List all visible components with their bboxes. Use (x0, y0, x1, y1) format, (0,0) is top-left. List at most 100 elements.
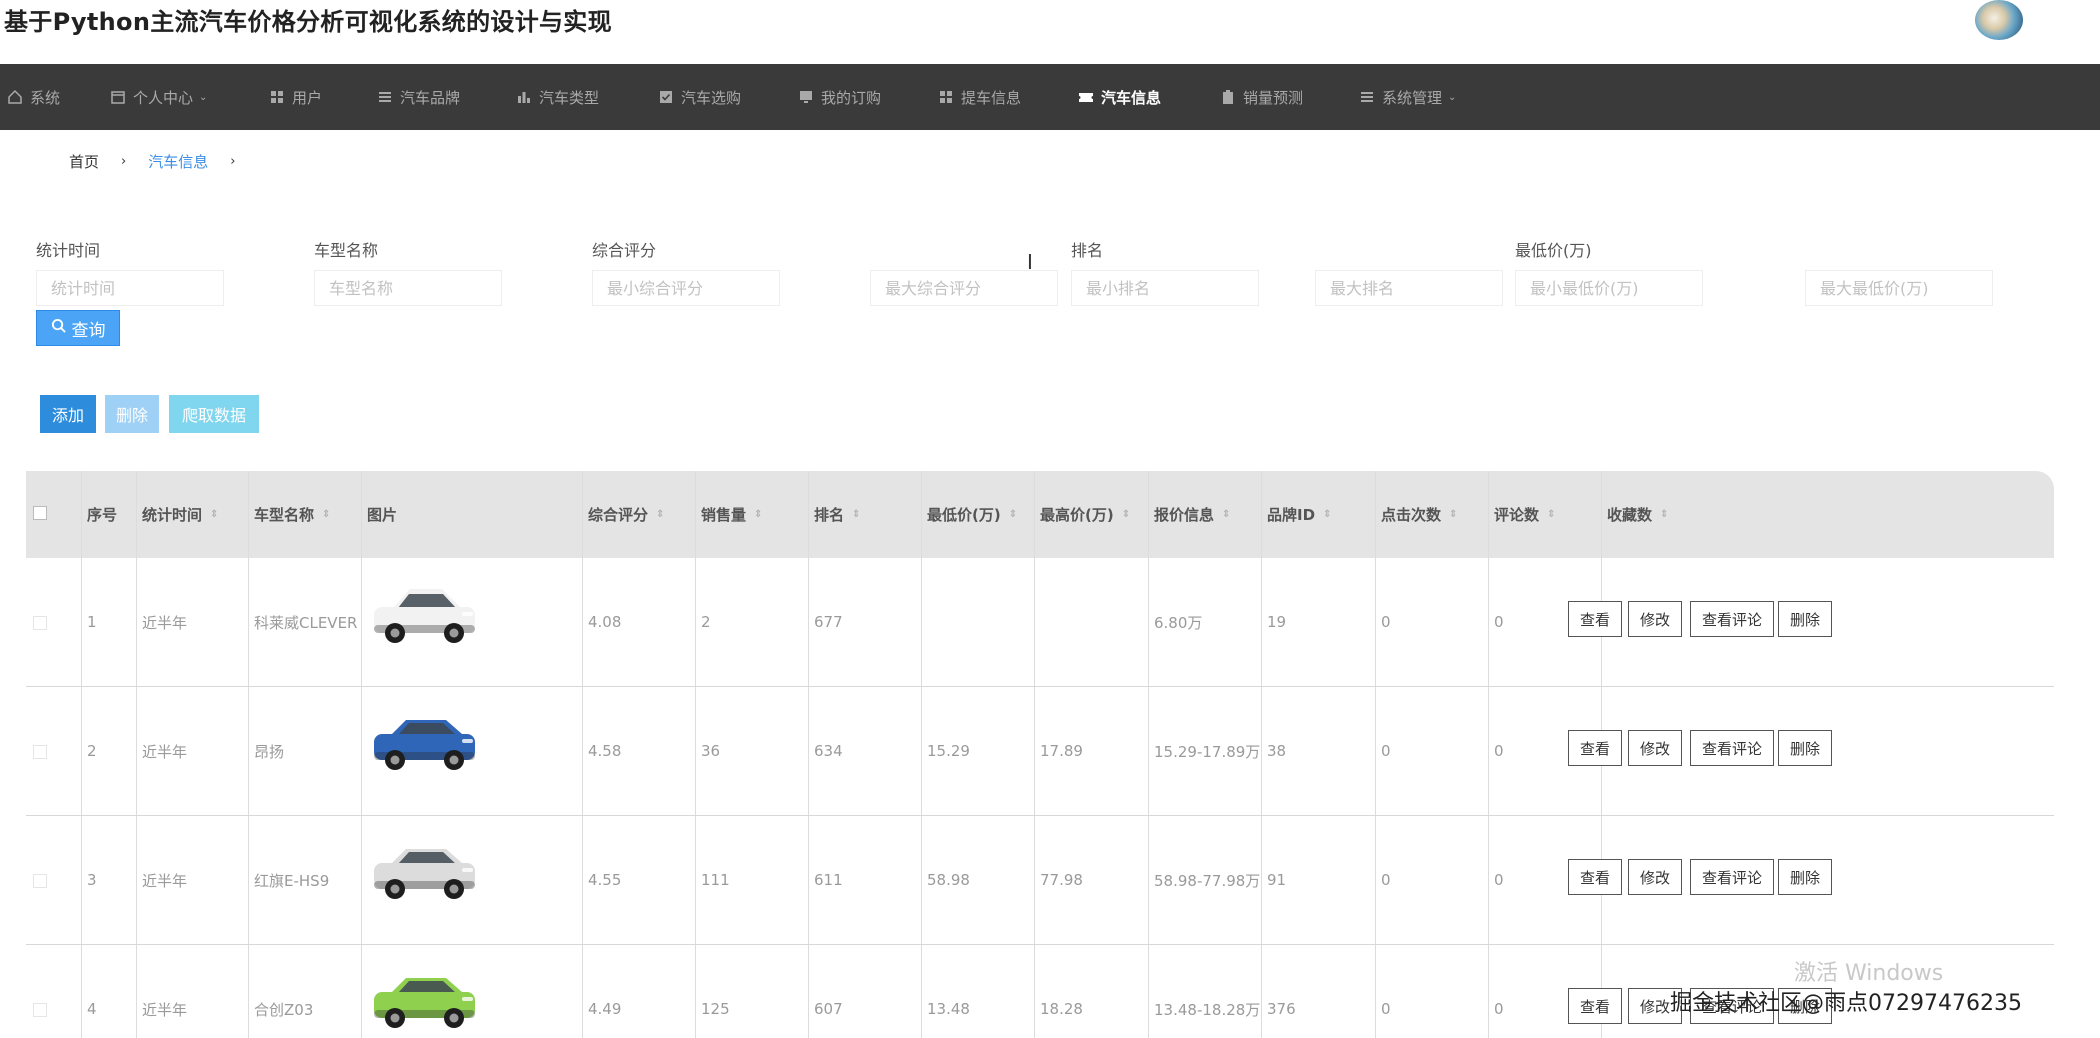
checkbox-icon (657, 88, 675, 106)
sort-icon[interactable]: ⇕ (1323, 509, 1331, 520)
filter-min-rank-input[interactable] (1071, 270, 1259, 306)
nav-item-0[interactable]: 系统 (6, 64, 60, 130)
sort-icon[interactable]: ⇕ (1449, 509, 1457, 520)
sort-icon[interactable]: ⇕ (1222, 509, 1230, 520)
filter-max-price-input[interactable] (1805, 270, 1993, 306)
nav-item-8[interactable]: 汽车信息 (1077, 64, 1161, 130)
menu-icon (376, 88, 394, 106)
filter-min-price-input[interactable] (1515, 270, 1703, 306)
menu-icon (1358, 88, 1376, 106)
nav-item-3[interactable]: 汽车品牌 (376, 64, 460, 130)
column-header[interactable]: 最高价(万) ⇕ (1040, 471, 1130, 558)
filter-time-input[interactable] (36, 270, 224, 306)
edit-button[interactable]: 修改 (1628, 730, 1682, 766)
sort-icon[interactable]: ⇕ (1547, 509, 1555, 520)
column-header[interactable]: 车型名称 ⇕ (254, 471, 330, 558)
nav-item-label: 销量预测 (1243, 88, 1304, 107)
column-header-label: 报价信息 (1154, 506, 1215, 524)
view-button[interactable]: 查看 (1568, 601, 1622, 637)
sort-icon[interactable]: ⇕ (754, 509, 762, 520)
row-checkbox[interactable] (33, 745, 47, 759)
view-button[interactable]: 查看 (1568, 730, 1622, 766)
column-header[interactable]: 评论数 ⇕ (1494, 471, 1555, 558)
cell-max-price: 18.28 (1040, 1000, 1083, 1018)
nav-item-4[interactable]: 汽车类型 (515, 64, 599, 130)
sort-icon[interactable]: ⇕ (852, 509, 860, 520)
column-header[interactable]: 统计时间 ⇕ (142, 471, 218, 558)
nav-item-5[interactable]: 汽车选购 (657, 64, 741, 130)
filter-max-score-input[interactable] (870, 270, 1058, 306)
nav-item-label: 系统管理 (1382, 88, 1443, 107)
cell-max-price: 17.89 (1040, 742, 1083, 760)
view-button[interactable]: 查看 (1568, 988, 1622, 1024)
column-header[interactable]: 排名 ⇕ (814, 471, 860, 558)
column-header[interactable]: 收藏数 ⇕ (1607, 471, 1668, 558)
sort-icon[interactable]: ⇕ (656, 509, 664, 520)
nav-item-label: 我的订购 (821, 88, 882, 107)
filter-model-name-input[interactable] (314, 270, 502, 306)
nav-item-7[interactable]: 提车信息 (937, 64, 1021, 130)
row-checkbox[interactable] (33, 616, 47, 630)
edit-button[interactable]: 修改 (1628, 601, 1682, 637)
nav-item-10[interactable]: 系统管理 ⌄ (1358, 64, 1456, 130)
delete-row-button[interactable]: 删除 (1778, 859, 1832, 895)
nav-item-label: 个人中心 (133, 88, 194, 107)
column-header[interactable]: 综合评分 ⇕ (588, 471, 664, 558)
nav-item-label: 系统 (30, 88, 61, 107)
nav-item-label: 提车信息 (961, 88, 1022, 107)
column-header[interactable]: 点击次数 ⇕ (1381, 471, 1457, 558)
sort-icon[interactable]: ⇕ (1009, 509, 1017, 520)
home-icon (6, 88, 24, 106)
nav-item-2[interactable]: 用户 (268, 64, 322, 130)
column-header[interactable]: 品牌ID ⇕ (1267, 471, 1331, 558)
nav-item-label: 汽车品牌 (400, 88, 461, 107)
nav-item-6[interactable]: 我的订购 (797, 64, 881, 130)
delete-row-button[interactable]: 删除 (1778, 730, 1832, 766)
breadcrumb-home[interactable]: 首页 (69, 151, 99, 172)
cell-name: 合创Z03 (254, 1000, 314, 1019)
cell-no: 4 (87, 1000, 97, 1018)
cell-min-price: 58.98 (927, 871, 970, 889)
filter-max-rank-input[interactable] (1315, 270, 1503, 306)
delete-button[interactable]: 删除 (105, 395, 159, 433)
search-icon (51, 318, 66, 338)
crawl-data-button[interactable]: 爬取数据 (169, 395, 259, 433)
edit-button[interactable]: 修改 (1628, 859, 1682, 895)
select-all-checkbox[interactable] (33, 506, 47, 520)
filter-min-score-input[interactable] (592, 270, 780, 306)
avatar[interactable] (1975, 0, 2023, 40)
cell-comments: 0 (1494, 1000, 1504, 1018)
sort-icon[interactable]: ⇕ (1122, 509, 1130, 520)
cell-clicks: 0 (1381, 1000, 1391, 1018)
sort-icon[interactable]: ⇕ (322, 509, 330, 520)
column-header[interactable]: 销售量 ⇕ (701, 471, 762, 558)
view-comments-button[interactable]: 查看评论 (1690, 730, 1774, 766)
cell-time: 近半年 (142, 871, 188, 890)
column-header-label: 品牌ID (1267, 506, 1316, 524)
column-header-label: 收藏数 (1607, 506, 1653, 524)
filter-label-time: 统计时间 (36, 241, 101, 260)
add-button[interactable]: 添加 (40, 395, 96, 433)
column-header[interactable]: 报价信息 ⇕ (1154, 471, 1230, 558)
cell-comments: 0 (1494, 871, 1504, 889)
delete-row-button[interactable]: 删除 (1778, 601, 1832, 637)
nav-item-label: 汽车信息 (1101, 88, 1162, 107)
car-info-table: 序号 统计时间 ⇕ 车型名称 ⇕ 图片 综合评分 ⇕ 销售量 ⇕ 排名 ⇕ 最低价(万) ⇕ 最高价(万) ⇕… (26, 471, 2054, 1038)
query-button[interactable]: 查询 (36, 310, 120, 346)
sort-icon[interactable]: ⇕ (1660, 509, 1668, 520)
view-button[interactable]: 查看 (1568, 859, 1622, 895)
cell-brand-id: 19 (1267, 613, 1287, 631)
view-comments-button[interactable]: 查看评论 (1690, 859, 1774, 895)
cell-name: 红旗E-HS9 (254, 871, 330, 890)
row-checkbox[interactable] (33, 1003, 47, 1017)
column-header[interactable]: 最低价(万) ⇕ (927, 471, 1017, 558)
cell-brand-id: 38 (1267, 742, 1287, 760)
view-comments-button[interactable]: 查看评论 (1690, 601, 1774, 637)
sort-icon[interactable]: ⇕ (210, 509, 218, 520)
cell-sales: 2 (701, 613, 711, 631)
cell-score: 4.08 (588, 613, 622, 631)
nav-item-1[interactable]: 个人中心 ⌄ (109, 64, 207, 130)
query-button-label: 查询 (71, 320, 106, 341)
row-checkbox[interactable] (33, 874, 47, 888)
nav-item-9[interactable]: 销量预测 (1219, 64, 1303, 130)
